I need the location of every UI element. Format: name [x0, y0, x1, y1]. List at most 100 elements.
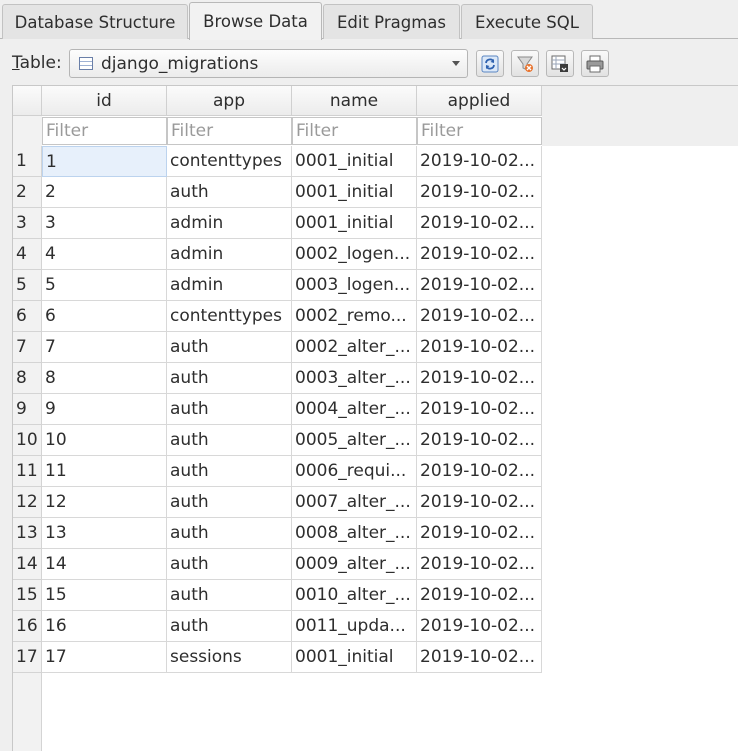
row-number[interactable]: 2	[13, 177, 42, 208]
table-row[interactable]: 17 17 sessions 0001_initial 2019-10-02...	[13, 642, 542, 673]
cell-id[interactable]: 8	[42, 363, 167, 394]
cell-app[interactable]: auth	[167, 549, 292, 580]
filter-input-name[interactable]	[292, 117, 417, 145]
cell-name[interactable]: 0001_initial	[292, 642, 417, 673]
corner-header[interactable]	[13, 86, 42, 116]
cell-applied[interactable]: 2019-10-02...	[417, 394, 542, 425]
tab-database-structure[interactable]: Database Structure	[2, 4, 188, 39]
cell-id[interactable]: 16	[42, 611, 167, 642]
cell-name[interactable]: 0001_initial	[292, 208, 417, 239]
cell-id[interactable]: 6	[42, 301, 167, 332]
cell-app[interactable]: auth	[167, 487, 292, 518]
cell-id[interactable]: 17	[42, 642, 167, 673]
cell-app[interactable]: contenttypes	[167, 146, 292, 177]
cell-name[interactable]: 0007_alter_...	[292, 487, 417, 518]
cell-name[interactable]: 0001_initial	[292, 177, 417, 208]
column-header-applied[interactable]: applied	[417, 86, 542, 116]
cell-app[interactable]: auth	[167, 611, 292, 642]
table-row[interactable]: 7 7 auth 0002_alter_... 2019-10-02...	[13, 332, 542, 363]
cell-applied[interactable]: 2019-10-02...	[417, 270, 542, 301]
cell-applied[interactable]: 2019-10-02...	[417, 611, 542, 642]
cell-applied[interactable]: 2019-10-02...	[417, 332, 542, 363]
tab-browse-data[interactable]: Browse Data	[189, 2, 322, 40]
cell-applied[interactable]: 2019-10-02...	[417, 239, 542, 270]
table-select[interactable]: django_migrations	[69, 49, 468, 78]
cell-applied[interactable]: 2019-10-02...	[417, 487, 542, 518]
cell-name[interactable]: 0008_alter_...	[292, 518, 417, 549]
cell-app[interactable]: contenttypes	[167, 301, 292, 332]
cell-applied[interactable]: 2019-10-02...	[417, 425, 542, 456]
table-row[interactable]: 12 12 auth 0007_alter_... 2019-10-02...	[13, 487, 542, 518]
table-row[interactable]: 11 11 auth 0006_requi... 2019-10-02...	[13, 456, 542, 487]
cell-id[interactable]: 4	[42, 239, 167, 270]
filter-input-applied[interactable]	[417, 117, 542, 145]
cell-id[interactable]: 13	[42, 518, 167, 549]
column-header-name[interactable]: name	[292, 86, 417, 116]
cell-app[interactable]: admin	[167, 239, 292, 270]
cell-applied[interactable]: 2019-10-02...	[417, 301, 542, 332]
cell-app[interactable]: auth	[167, 456, 292, 487]
cell-applied[interactable]: 2019-10-02...	[417, 642, 542, 673]
refresh-button[interactable]	[476, 50, 504, 77]
cell-app[interactable]: admin	[167, 208, 292, 239]
table-row[interactable]: 3 3 admin 0001_initial 2019-10-02...	[13, 208, 542, 239]
row-number[interactable]: 17	[13, 642, 42, 673]
cell-name[interactable]: 0002_alter_...	[292, 332, 417, 363]
row-number[interactable]: 11	[13, 456, 42, 487]
cell-name[interactable]: 0001_initial	[292, 146, 417, 177]
row-number[interactable]: 13	[13, 518, 42, 549]
table-row[interactable]: 15 15 auth 0010_alter_... 2019-10-02...	[13, 580, 542, 611]
row-number[interactable]: 5	[13, 270, 42, 301]
row-number[interactable]: 7	[13, 332, 42, 363]
filter-input-id[interactable]	[42, 117, 167, 145]
cell-applied[interactable]: 2019-10-02...	[417, 456, 542, 487]
table-row[interactable]: 1 1 contenttypes 0001_initial 2019-10-02...	[13, 146, 542, 177]
table-row[interactable]: 4 4 admin 0002_logen... 2019-10-02...	[13, 239, 542, 270]
table-row[interactable]: 2 2 auth 0001_initial 2019-10-02...	[13, 177, 542, 208]
row-number[interactable]: 15	[13, 580, 42, 611]
filter-input-app[interactable]	[167, 117, 292, 145]
table-row[interactable]: 16 16 auth 0011_upda... 2019-10-02...	[13, 611, 542, 642]
cell-id[interactable]: 11	[42, 456, 167, 487]
cell-app[interactable]: admin	[167, 270, 292, 301]
row-number[interactable]: 6	[13, 301, 42, 332]
cell-name[interactable]: 0005_alter_...	[292, 425, 417, 456]
column-header-id[interactable]: id	[42, 86, 167, 116]
row-number[interactable]: 4	[13, 239, 42, 270]
print-button[interactable]	[581, 50, 609, 77]
cell-applied[interactable]: 2019-10-02...	[417, 549, 542, 580]
cell-id[interactable]: 7	[42, 332, 167, 363]
cell-app[interactable]: auth	[167, 363, 292, 394]
table-row[interactable]: 14 14 auth 0009_alter_... 2019-10-02...	[13, 549, 542, 580]
cell-app[interactable]: auth	[167, 177, 292, 208]
cell-id[interactable]: 3	[42, 208, 167, 239]
cell-app[interactable]: auth	[167, 580, 292, 611]
cell-name[interactable]: 0010_alter_...	[292, 580, 417, 611]
cell-applied[interactable]: 2019-10-02...	[417, 146, 542, 177]
cell-id[interactable]: 15	[42, 580, 167, 611]
cell-name[interactable]: 0002_remo...	[292, 301, 417, 332]
cell-applied[interactable]: 2019-10-02...	[417, 363, 542, 394]
cell-id[interactable]: 5	[42, 270, 167, 301]
row-number[interactable]: 1	[13, 146, 42, 177]
cell-app[interactable]: sessions	[167, 642, 292, 673]
cell-app[interactable]: auth	[167, 425, 292, 456]
cell-app[interactable]: auth	[167, 332, 292, 363]
row-number[interactable]: 9	[13, 394, 42, 425]
cell-applied[interactable]: 2019-10-02...	[417, 518, 542, 549]
tab-edit-pragmas[interactable]: Edit Pragmas	[323, 4, 460, 39]
table-row[interactable]: 5 5 admin 0003_logen... 2019-10-02...	[13, 270, 542, 301]
cell-id[interactable]: 1	[42, 146, 167, 177]
cell-name[interactable]: 0003_alter_...	[292, 363, 417, 394]
cell-name[interactable]: 0006_requi...	[292, 456, 417, 487]
table-row[interactable]: 8 8 auth 0003_alter_... 2019-10-02...	[13, 363, 542, 394]
cell-id[interactable]: 12	[42, 487, 167, 518]
cell-name[interactable]: 0009_alter_...	[292, 549, 417, 580]
cell-id[interactable]: 2	[42, 177, 167, 208]
tab-execute-sql[interactable]: Execute SQL	[461, 4, 593, 39]
row-number[interactable]: 8	[13, 363, 42, 394]
cell-name[interactable]: 0004_alter_...	[292, 394, 417, 425]
cell-app[interactable]: auth	[167, 394, 292, 425]
cell-id[interactable]: 14	[42, 549, 167, 580]
cell-name[interactable]: 0002_logen...	[292, 239, 417, 270]
